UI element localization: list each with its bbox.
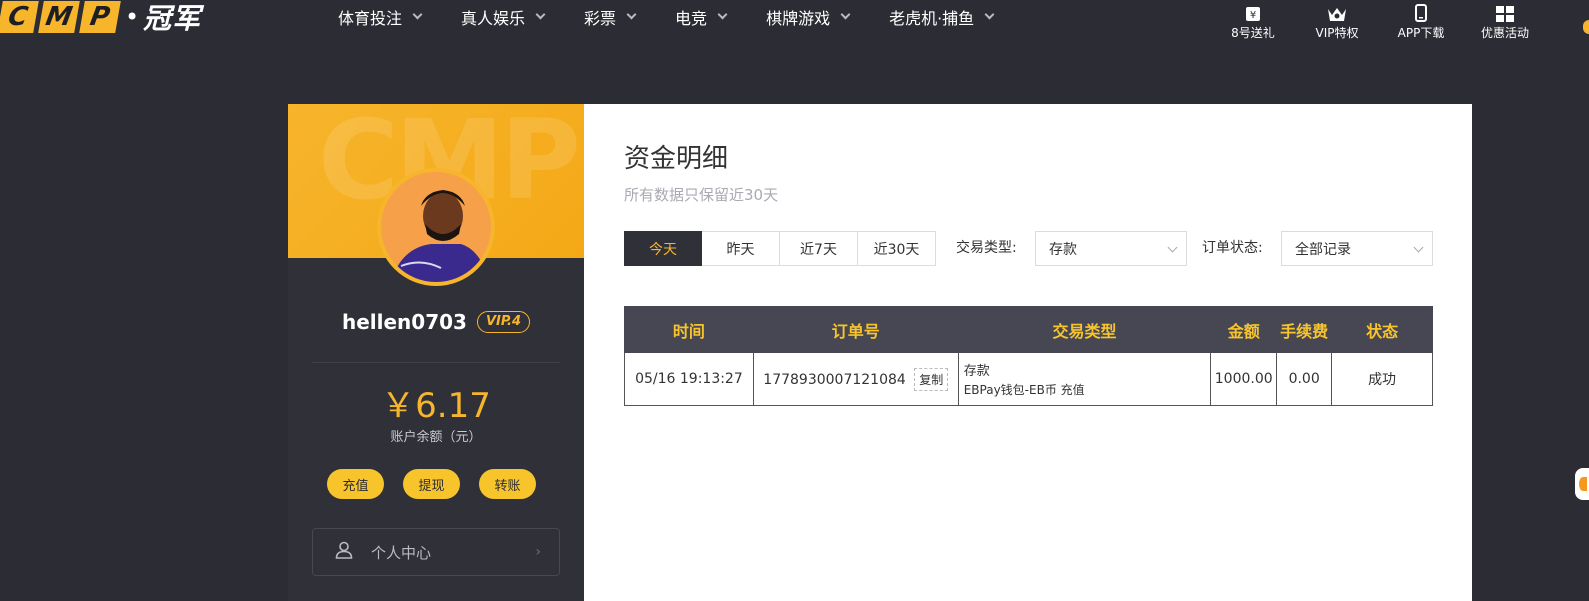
column-header-fee: 手续费 — [1276, 306, 1333, 353]
quick-link-promotions-label: 优惠活动 — [1480, 26, 1529, 40]
column-header-order-no: 订单号 — [752, 306, 959, 353]
chevron-down-icon — [412, 9, 423, 20]
divider — [312, 362, 560, 363]
deposit-button[interactable]: 充值 — [327, 469, 384, 499]
fund-details-panel: 资金明细 所有数据只保留近30天 今天 昨天 近7天 近30天 交易类型: 存款… — [584, 104, 1472, 601]
crown-icon — [1327, 0, 1347, 22]
chevron-down-icon — [717, 9, 728, 20]
order-status-select[interactable]: 全部记录 — [1281, 231, 1433, 266]
chevron-right-icon: › — [535, 544, 541, 560]
wallet-actions: 充值 提现 转账 — [327, 469, 555, 499]
tab-yesterday[interactable]: 昨天 — [702, 231, 780, 266]
phone-icon — [1415, 0, 1427, 22]
logo-letter-p: P — [79, 1, 121, 33]
transaction-type-select[interactable]: 存款 — [1035, 231, 1187, 266]
page-title: 资金明细 — [624, 144, 729, 174]
floating-side-widget[interactable] — [1575, 468, 1589, 500]
account-balance-label: 账户余额（元） — [390, 430, 482, 445]
nav-sports-label: 体育投注 — [338, 9, 403, 28]
cell-amount: 1000.00 — [1210, 352, 1278, 406]
username: hellen0703 — [341, 310, 467, 334]
nav-slots-fishing-label: 老虎机·捕鱼 — [889, 9, 975, 28]
withdraw-button[interactable]: 提现 — [403, 469, 460, 499]
order-status-value: 全部记录 — [1295, 241, 1351, 258]
grid-icon — [1496, 0, 1514, 22]
logo-letter-m: M — [38, 1, 80, 33]
profile-panel: CMP hellen0703 VIP.4 ￥6.17 账户余额（元） 充值 提现… — [288, 104, 584, 601]
column-header-status: 状态 — [1331, 306, 1433, 353]
cell-order-no: 1778930007121084 复制 — [752, 352, 959, 406]
table-row: 05/16 19:13:27 1778930007121084 复制 存款 EB… — [624, 352, 1433, 406]
main-nav: 体育投注 真人娱乐 彩票 电竞 棋牌游戏 老虎机·捕鱼 — [338, 0, 1033, 34]
menu-item-personal-center[interactable]: 个人中心 › — [312, 528, 560, 576]
tab-today[interactable]: 今天 — [624, 231, 702, 266]
nav-lottery-label: 彩票 — [584, 9, 617, 28]
username-row: hellen0703 VIP.4 — [288, 310, 584, 334]
transaction-type: 存款 — [963, 364, 990, 379]
quick-link-app[interactable]: APP下载 — [1379, 0, 1463, 41]
nav-card-games-label: 棋牌游戏 — [766, 9, 831, 28]
order-number: 1778930007121084 — [763, 371, 906, 388]
transfer-button[interactable]: 转账 — [479, 469, 536, 499]
quick-link-vip[interactable]: VIP特权 — [1295, 0, 1379, 41]
logo-letter-c: C — [0, 1, 39, 33]
cell-time: 05/16 19:13:27 — [624, 352, 754, 406]
nav-card-games[interactable]: 棋牌游戏 — [766, 5, 851, 29]
logo-chinese-text: 冠军 — [143, 2, 202, 35]
nav-live-casino-label: 真人娱乐 — [461, 9, 526, 28]
chevron-down-icon — [984, 9, 995, 20]
order-status-label: 订单状态: — [1202, 240, 1263, 256]
chevron-down-icon — [1167, 242, 1178, 253]
nav-lottery[interactable]: 彩票 — [584, 5, 637, 29]
quick-link-gift-label: 8号送礼 — [1231, 26, 1275, 40]
cell-fee: 0.00 — [1276, 352, 1333, 406]
tab-last-30-days[interactable]: 近30天 — [858, 231, 936, 266]
copy-button[interactable]: 复制 — [914, 367, 949, 391]
menu-item-personal-center-label: 个人中心 — [371, 543, 432, 562]
transaction-type-label: 交易类型: — [956, 240, 1017, 256]
nav-esports[interactable]: 电竞 — [675, 5, 728, 29]
chevron-down-icon — [535, 9, 546, 20]
quick-links: ¥ 8号送礼 VIP特权 APP下载 优惠活动 — [1211, 0, 1547, 41]
chevron-down-icon — [840, 9, 851, 20]
svg-text:¥: ¥ — [1250, 10, 1256, 21]
nav-sports[interactable]: 体育投注 — [338, 5, 423, 29]
page-subtitle: 所有数据只保留近30天 — [624, 186, 779, 204]
chevron-down-icon — [1413, 242, 1424, 253]
fund-records-table: 时间 订单号 交易类型 金额 手续费 状态 05/16 19:13:27 177… — [624, 306, 1433, 406]
transaction-type-value: 存款 — [1049, 241, 1077, 258]
widget-icon — [1579, 477, 1587, 491]
edge-indicator — [1583, 20, 1589, 34]
site-logo[interactable]: C M P • 冠军 — [0, 0, 202, 35]
column-header-amount: 金额 — [1210, 306, 1278, 353]
account-balance: ￥6.17 — [381, 386, 491, 426]
column-header-time: 时间 — [624, 306, 754, 353]
nav-slots-fishing[interactable]: 老虎机·捕鱼 — [889, 5, 995, 29]
cell-type: 存款 EBPay钱包-EB币 充值 — [957, 352, 1212, 406]
gift-icon: ¥ — [1245, 0, 1261, 22]
chevron-down-icon — [626, 9, 637, 20]
top-navigation-bar: C M P • 冠军 体育投注 真人娱乐 彩票 电竞 棋牌游戏 老虎机·捕鱼 ¥… — [0, 0, 1589, 48]
user-icon — [335, 541, 353, 563]
table-header-row: 时间 订单号 交易类型 金额 手续费 状态 — [624, 306, 1433, 353]
vip-badge: VIP.4 — [476, 311, 531, 333]
date-range-tabs: 今天 昨天 近7天 近30天 — [624, 231, 936, 266]
nav-live-casino[interactable]: 真人娱乐 — [461, 5, 546, 29]
quick-link-app-label: APP下载 — [1397, 26, 1445, 40]
quick-link-promotions[interactable]: 优惠活动 — [1463, 0, 1547, 41]
nav-esports-label: 电竞 — [675, 9, 708, 28]
quick-link-gift[interactable]: ¥ 8号送礼 — [1211, 0, 1295, 41]
tab-last-7-days[interactable]: 近7天 — [780, 231, 858, 266]
logo-separator-dot: • — [125, 3, 140, 31]
transaction-type-detail: EBPay钱包-EB币 充值 — [963, 383, 1085, 397]
avatar[interactable] — [377, 168, 495, 286]
column-header-type: 交易类型 — [957, 306, 1212, 353]
quick-link-vip-label: VIP特权 — [1315, 26, 1359, 40]
status-badge: 成功 — [1331, 352, 1433, 406]
